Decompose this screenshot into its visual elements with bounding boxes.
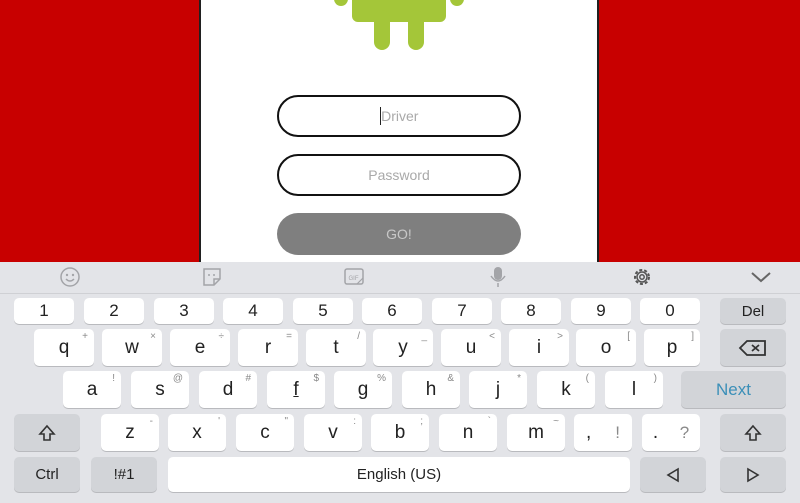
key-8[interactable]: 8: [501, 298, 561, 324]
key-o[interactable]: o[: [576, 329, 636, 366]
backspace-key[interactable]: [720, 329, 786, 366]
go-button-label: GO!: [386, 226, 412, 242]
key-x[interactable]: x ': [168, 414, 226, 451]
driver-placeholder: Driver: [381, 108, 419, 124]
key-3[interactable]: 3: [154, 298, 214, 324]
key-v[interactable]: v:: [304, 414, 362, 451]
microphone-icon[interactable]: [478, 262, 518, 292]
key-h[interactable]: h &: [402, 371, 460, 408]
shift-icon: [744, 424, 762, 441]
key-0[interactable]: 0: [640, 298, 700, 324]
key-s[interactable]: s @: [131, 371, 189, 408]
key-z[interactable]: z-: [101, 414, 159, 451]
space-key[interactable]: English (US): [168, 457, 630, 492]
key-l[interactable]: l): [605, 371, 663, 408]
key-k[interactable]: k(: [537, 371, 595, 408]
key-1[interactable]: 1: [14, 298, 74, 324]
key-m[interactable]: m ~: [507, 414, 565, 451]
key-p[interactable]: p]: [644, 329, 700, 366]
keyboard-toolbar: [0, 262, 800, 294]
key-5[interactable]: 5: [293, 298, 353, 324]
key-a[interactable]: a!: [63, 371, 121, 408]
key-j[interactable]: j *: [469, 371, 527, 408]
emoji-icon[interactable]: [50, 262, 90, 292]
key-r[interactable]: r =: [238, 329, 298, 366]
driver-input[interactable]: Driver: [277, 95, 521, 137]
key-u[interactable]: u <: [441, 329, 501, 366]
key-6[interactable]: 6: [362, 298, 422, 324]
key-f[interactable]: f $: [267, 371, 325, 408]
next-key[interactable]: Next: [681, 371, 786, 408]
shift-left-key[interactable]: [14, 414, 80, 451]
cursor-left-key[interactable]: [640, 457, 706, 492]
triangle-right-icon: [747, 467, 760, 482]
key-g[interactable]: g%: [334, 371, 392, 408]
comma-key[interactable]: ,!: [574, 414, 632, 451]
period-key[interactable]: .?: [642, 414, 700, 451]
key-c[interactable]: c ": [236, 414, 294, 451]
password-input[interactable]: Password: [277, 154, 521, 196]
backspace-icon: [738, 339, 766, 356]
sticker-icon[interactable]: [192, 262, 232, 292]
svg-text:GIF: GIF: [349, 276, 359, 282]
key-q[interactable]: q +: [34, 329, 94, 366]
settings-icon[interactable]: [622, 262, 662, 292]
key-4[interactable]: 4: [223, 298, 283, 324]
key-b[interactable]: b;: [371, 414, 429, 451]
key-n[interactable]: n `: [439, 414, 497, 451]
key-2[interactable]: 2: [84, 298, 144, 324]
key-9[interactable]: 9: [571, 298, 631, 324]
password-placeholder: Password: [368, 167, 430, 183]
ctrl-key[interactable]: Ctrl: [14, 457, 80, 492]
key-w[interactable]: w ×: [102, 329, 162, 366]
go-button[interactable]: GO!: [277, 213, 521, 255]
shift-right-key[interactable]: [720, 414, 786, 451]
key-t[interactable]: t /: [306, 329, 366, 366]
key-d[interactable]: d #: [199, 371, 257, 408]
key-y[interactable]: y _: [373, 329, 433, 366]
key-e[interactable]: e ÷: [170, 329, 230, 366]
shift-icon: [38, 424, 56, 441]
collapse-chevron-icon[interactable]: [741, 262, 781, 292]
cursor-right-key[interactable]: [720, 457, 786, 492]
symbols-key[interactable]: !#1: [91, 457, 157, 492]
del-key[interactable]: Del: [720, 298, 786, 324]
android-logo-icon: [334, 0, 464, 50]
key-7[interactable]: 7: [432, 298, 492, 324]
key-i[interactable]: i >: [509, 329, 569, 366]
gif-icon[interactable]: GIF: [335, 262, 375, 292]
triangle-left-icon: [666, 467, 679, 482]
